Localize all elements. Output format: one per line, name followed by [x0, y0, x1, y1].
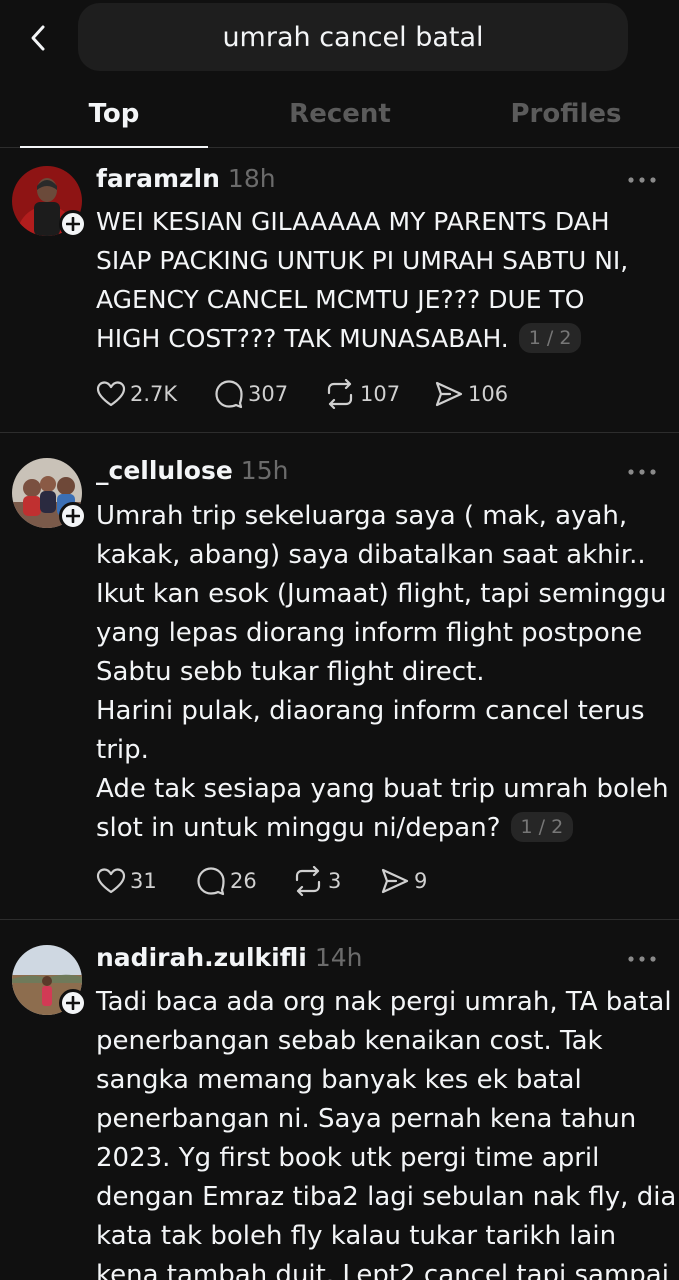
post-text-line: penerbangan ni. Saya pernah kena tahun — [96, 1104, 637, 1134]
follow-button[interactable] — [59, 989, 87, 1017]
post-text: WEI KESIAN GILAAAAA MY PARENTS DAH SIAP … — [96, 202, 666, 358]
post-text: Tadi baca ada org nak pergi umrah, TA ba… — [96, 983, 677, 1280]
post-text-line: Umrah trip sekeluarga saya ( mak, ayah, — [96, 501, 628, 531]
heart-icon — [96, 868, 126, 894]
follow-button[interactable] — [59, 502, 87, 530]
post[interactable]: nadirah.zulkifli 14h Tadi baca ada org na… — [0, 920, 679, 1280]
post-text-line: Harini pulak, diaorang inform cancel ter… — [96, 696, 645, 726]
tab-recent[interactable]: Recent — [246, 80, 434, 148]
post-text-line: penerbangan sebab kenaikan cost. Tak — [96, 1026, 603, 1056]
like-button[interactable]: 2.7K — [96, 374, 177, 414]
post-text-line: Tadi baca ada org nak pergi umrah, TA ba… — [96, 987, 672, 1017]
plus-icon — [66, 996, 80, 1010]
post-time: 14h — [314, 943, 363, 972]
post-text-line: dengan Emraz tiba2 lagi sebulan nak fly,… — [96, 1182, 677, 1212]
post-text: Umrah trip sekeluarga saya ( mak, ayah, … — [96, 497, 669, 848]
post-text-line: trip. — [96, 735, 149, 765]
post-text-line: SIAP PACKING UNTUK PI UMRAH SABTU NI, — [96, 246, 629, 275]
post-text-line: AGENCY CANCEL MCMTU JE??? DUE TO — [96, 285, 585, 314]
post-text-line: kata tak boleh fly kalau tukar tarikh la… — [96, 1221, 617, 1251]
share-button[interactable]: 106 — [434, 374, 508, 414]
username[interactable]: _cellulose 15h — [96, 456, 288, 485]
share-count: 106 — [468, 382, 509, 406]
post-text-line: kena tambah duit. Lept2 cancel tapi samp… — [96, 1260, 669, 1280]
thread-page-indicator: 1 / 2 — [510, 812, 574, 842]
post[interactable]: _cellulose 15h Umrah trip sekeluarga saya… — [0, 433, 679, 920]
reply-count: 307 — [248, 382, 289, 406]
plus-icon — [66, 509, 80, 523]
search-field[interactable]: umrah cancel batal — [78, 3, 628, 71]
heart-icon — [96, 381, 126, 407]
post-text-line: Sabtu sebb tukar flight direct. — [96, 657, 485, 687]
search-tabs: Top Recent Profiles — [0, 80, 679, 148]
post-text-line: yang lepas diorang inform flight postpon… — [96, 618, 643, 648]
repost-icon — [327, 379, 353, 409]
threads-search-screen: umrah cancel batal Top Recent Profiles f… — [0, 0, 679, 1280]
more-horizontal-icon — [628, 956, 656, 962]
username[interactable]: nadirah.zulkifli 14h — [96, 943, 363, 972]
like-count: 2.7K — [130, 382, 178, 406]
reply-button[interactable]: 26 — [196, 861, 257, 901]
more-horizontal-icon — [628, 469, 656, 475]
more-options-button[interactable] — [624, 168, 660, 192]
send-icon — [435, 381, 463, 407]
more-horizontal-icon — [628, 177, 656, 183]
follow-button[interactable] — [59, 210, 87, 238]
send-icon — [381, 868, 409, 894]
more-options-button[interactable] — [624, 460, 660, 484]
repost-button[interactable]: 3 — [292, 861, 341, 901]
post-text-line: kakak, abang) saya dibatalkan saat akhir… — [96, 540, 646, 570]
post-time: 15h — [240, 456, 289, 485]
post-text-line: HIGH COST??? TAK MUNASABAH. — [96, 324, 509, 353]
share-button[interactable]: 9 — [380, 861, 427, 901]
more-options-button[interactable] — [624, 947, 660, 971]
repost-count: 107 — [360, 382, 401, 406]
like-count: 31 — [130, 869, 157, 893]
search-header: umrah cancel batal — [0, 0, 679, 76]
post-text-line: WEI KESIAN GILAAAAA MY PARENTS DAH — [96, 207, 610, 236]
post-text-line: sangka memang banyak kes ek batal — [96, 1065, 582, 1095]
repost-count: 3 — [328, 869, 342, 893]
share-count: 9 — [414, 869, 428, 893]
reply-count: 26 — [230, 869, 257, 893]
post[interactable]: faramzln 18h WEI KESIAN GILAAAAA MY PAREN… — [0, 148, 679, 433]
like-button[interactable]: 31 — [96, 861, 157, 901]
plus-icon — [66, 217, 80, 231]
post-text-line: 2023. Yg first book utk pergi time april — [96, 1143, 600, 1173]
search-query: umrah cancel batal — [222, 21, 484, 53]
comment-icon — [215, 380, 243, 409]
tab-profiles[interactable]: Profiles — [472, 80, 660, 148]
post-text-line: Ade tak sesiapa yang buat trip umrah bol… — [96, 774, 669, 804]
chevron-left-icon — [31, 25, 45, 51]
post-text-line: slot in untuk minggu ni/depan? — [96, 813, 501, 843]
thread-page-indicator: 1 / 2 — [518, 323, 582, 353]
repost-button[interactable]: 107 — [324, 374, 400, 414]
repost-icon — [295, 866, 321, 896]
reply-button[interactable]: 307 — [214, 374, 288, 414]
post-text-line: Ikut kan esok (Jumaat) flight, tapi semi… — [96, 579, 667, 609]
post-time: 18h — [227, 164, 276, 193]
back-button[interactable] — [16, 14, 60, 62]
tab-top[interactable]: Top — [20, 80, 208, 148]
comment-icon — [197, 867, 225, 896]
username[interactable]: faramzln 18h — [96, 164, 276, 193]
